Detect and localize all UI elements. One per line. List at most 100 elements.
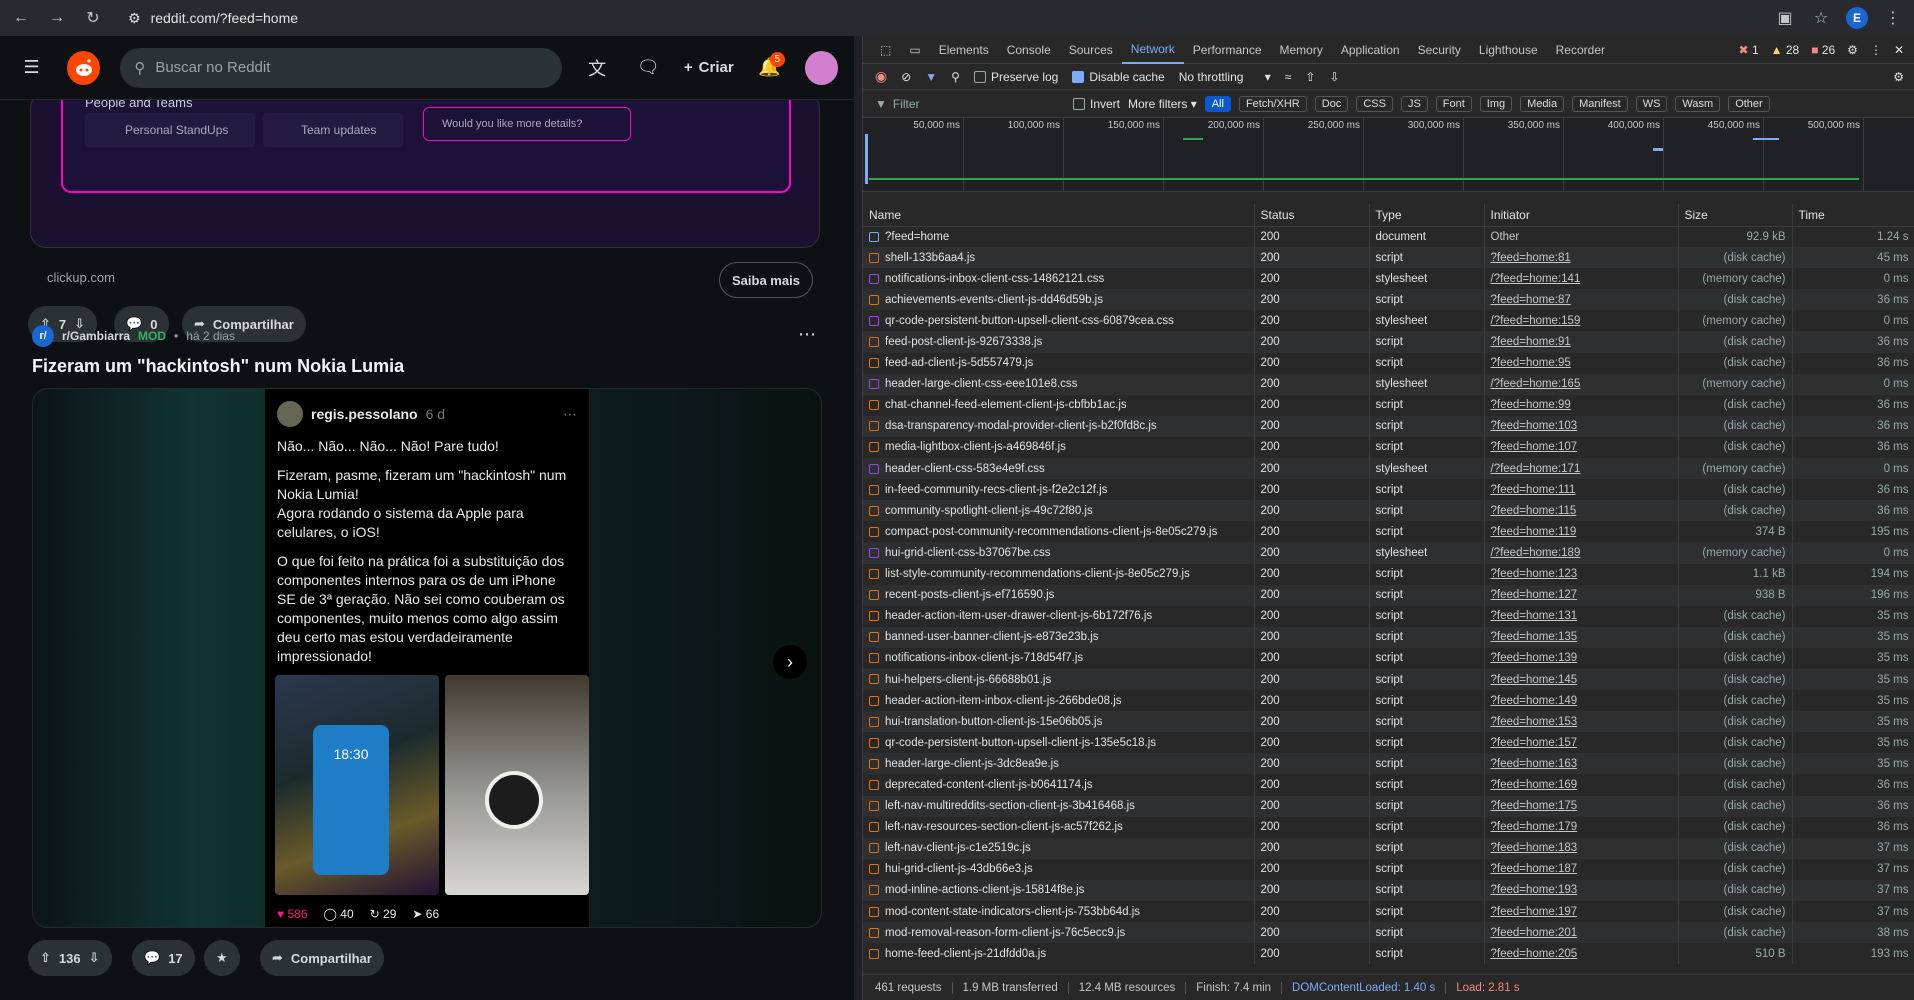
request-name[interactable]: qr-code-persistent-button-upsell-client-… xyxy=(863,732,1255,754)
upvote-icon[interactable]: ⇧ xyxy=(40,950,51,966)
request-initiator[interactable]: ?feed=home:157 xyxy=(1484,732,1679,754)
filter-doc[interactable]: Doc xyxy=(1314,95,1349,112)
request-initiator[interactable]: ?feed=home:103 xyxy=(1484,415,1679,437)
request-initiator[interactable]: ?feed=home:139 xyxy=(1484,647,1679,669)
request-initiator[interactable]: ?feed=home:145 xyxy=(1484,668,1679,691)
request-initiator[interactable]: /?feed=home:171 xyxy=(1484,458,1679,480)
request-initiator[interactable]: ?feed=home:91 xyxy=(1484,331,1679,353)
table-row[interactable]: left-nav-resources-section-client-js-ac5… xyxy=(863,816,1914,838)
inspect-element-icon[interactable]: ⬚ xyxy=(871,36,900,64)
post-share-button[interactable]: ➦ Compartilhar xyxy=(260,940,384,976)
tab-network[interactable]: Network xyxy=(1121,36,1184,64)
disable-cache-checkbox[interactable]: Disable cache xyxy=(1072,70,1165,84)
filter-js[interactable]: JS xyxy=(1400,95,1428,112)
table-row[interactable]: shell-133b6aa4.js 200 script ?feed=home:81(… xyxy=(863,247,1914,269)
more-filters-dropdown[interactable]: More filters ▾ xyxy=(1128,97,1197,111)
request-initiator[interactable]: /?feed=home:165 xyxy=(1484,373,1679,395)
request-name[interactable]: feed-post-client-js-92673338.js xyxy=(863,331,1255,353)
request-name[interactable]: mod-content-state-indicators-client-js-7… xyxy=(863,901,1255,923)
request-name[interactable]: mod-inline-actions-client-js-15814f8e.js xyxy=(863,879,1255,901)
request-initiator[interactable]: /?feed=home:141 xyxy=(1484,268,1679,290)
ad-card[interactable]: People and Teams Personal StandUps Team … xyxy=(30,92,820,248)
subreddit-name[interactable]: r/Gambiarra xyxy=(62,329,130,343)
invert-box[interactable] xyxy=(1073,97,1085,110)
request-initiator[interactable]: ?feed=home:131 xyxy=(1484,605,1679,627)
request-initiator[interactable]: ?feed=home:95 xyxy=(1484,352,1679,374)
table-row[interactable]: header-action-item-user-drawer-client-js… xyxy=(863,605,1914,627)
col-type[interactable]: Type xyxy=(1369,204,1485,227)
col-initiator[interactable]: Initiator xyxy=(1484,204,1679,227)
pane-divider[interactable] xyxy=(854,36,862,1000)
request-name[interactable]: left-nav-client-js-c1e2519c.js xyxy=(863,837,1255,859)
table-row[interactable]: mod-removal-reason-form-client-js-76c5ec… xyxy=(863,922,1914,944)
tab-security[interactable]: Security xyxy=(1409,36,1470,64)
request-initiator[interactable]: /?feed=home:189 xyxy=(1484,542,1679,564)
col-name[interactable]: Name xyxy=(863,204,1255,227)
translate-icon[interactable]: 文 xyxy=(582,52,613,84)
filter-input[interactable]: ▼ Filter xyxy=(875,94,1065,114)
post-title[interactable]: Fizeram um "hackintosh" num Nokia Lumia xyxy=(32,356,404,377)
request-name[interactable]: notifications-inbox-client-css-14862121.… xyxy=(863,268,1255,290)
forward-icon[interactable]: → xyxy=(46,7,68,29)
table-row[interactable]: left-nav-multireddits-section-client-js-… xyxy=(863,795,1914,817)
profile-avatar[interactable]: E xyxy=(1846,7,1868,29)
table-row[interactable]: mod-inline-actions-client-js-15814f8e.js… xyxy=(863,879,1914,901)
filter-img[interactable]: Img xyxy=(1479,95,1513,112)
table-row[interactable]: hui-translation-button-client-js-15e06b0… xyxy=(863,711,1914,733)
request-name[interactable]: dsa-transparency-modal-provider-client-j… xyxy=(863,415,1255,437)
browser-menu-icon[interactable]: ⋮ xyxy=(1882,7,1904,29)
settings-gear-icon[interactable]: ⚙ xyxy=(1847,43,1858,57)
search-icon[interactable]: ⚲ xyxy=(951,70,960,84)
filter-all[interactable]: All xyxy=(1204,95,1231,112)
user-avatar[interactable] xyxy=(804,50,839,85)
request-name[interactable]: header-action-item-user-drawer-client-js… xyxy=(863,605,1255,627)
record-icon[interactable]: ◉ xyxy=(875,68,887,85)
table-row[interactable]: banned-user-banner-client-js-e873e23b.js… xyxy=(863,626,1914,648)
site-info-icon[interactable]: ⚙ xyxy=(128,10,141,27)
request-initiator[interactable]: ?feed=home:135 xyxy=(1484,626,1679,648)
table-row[interactable]: deprecated-content-client-js-b0641174.js… xyxy=(863,774,1914,796)
request-name[interactable]: compact-post-community-recommendations-c… xyxy=(863,521,1255,543)
request-name[interactable]: home-feed-client-js-21dfdd0a.js xyxy=(863,943,1255,965)
issues-counter[interactable]: ■ 26 xyxy=(1811,43,1835,57)
request-name[interactable]: chat-channel-feed-element-client-js-cbfb… xyxy=(863,394,1255,416)
tab-memory[interactable]: Memory xyxy=(1271,36,1332,64)
preserve-log-box[interactable] xyxy=(973,70,986,83)
ad-cta-button[interactable]: Saiba mais xyxy=(719,262,813,298)
request-initiator[interactable]: ?feed=home:179 xyxy=(1484,816,1679,838)
reddit-logo[interactable] xyxy=(67,50,101,85)
request-initiator[interactable]: ?feed=home:201 xyxy=(1484,922,1679,944)
back-icon[interactable]: ← xyxy=(10,7,32,29)
table-row[interactable]: mod-content-state-indicators-client-js-7… xyxy=(863,901,1914,923)
request-name[interactable]: list-style-community-recommendations-cli… xyxy=(863,563,1255,585)
request-name[interactable]: feed-ad-client-js-5d557479.js xyxy=(863,352,1255,374)
post-media[interactable]: regis.pessolano 6 d ⋯ Não... Não... Não.… xyxy=(32,388,822,928)
request-name[interactable]: hui-helpers-client-js-66688b01.js xyxy=(863,668,1255,691)
request-name[interactable]: recent-posts-client-js-ef716590.js xyxy=(863,584,1255,606)
request-initiator[interactable]: ?feed=home:123 xyxy=(1484,563,1679,585)
table-row[interactable]: feed-post-client-js-92673338.js 200 script… xyxy=(863,331,1914,353)
install-icon[interactable]: ▣ xyxy=(1774,7,1796,29)
table-row[interactable]: community-spotlight-client-js-49c72f80.j… xyxy=(863,500,1914,522)
request-initiator[interactable]: ?feed=home:87 xyxy=(1484,289,1679,311)
table-row[interactable]: hui-grid-client-css-b37067be.css 200 style… xyxy=(863,542,1914,564)
network-conditions-icon[interactable]: ≈ xyxy=(1285,70,1292,84)
request-initiator[interactable]: ?feed=home:163 xyxy=(1484,753,1679,775)
filter-css[interactable]: CSS xyxy=(1356,95,1393,112)
request-initiator[interactable]: ?feed=home:193 xyxy=(1484,879,1679,901)
filter-ws[interactable]: WS xyxy=(1635,95,1668,112)
invert-checkbox[interactable]: Invert xyxy=(1073,97,1120,111)
table-row[interactable]: notifications-inbox-client-css-14862121.… xyxy=(863,268,1914,290)
table-row[interactable]: hui-helpers-client-js-66688b01.js 200 scri… xyxy=(863,668,1914,691)
network-overview-timeline[interactable]: 50,000 ms 100,000 ms 150,000 ms 200,000 … xyxy=(863,118,1914,192)
request-initiator[interactable]: ?feed=home:81 xyxy=(1484,247,1679,269)
address-bar[interactable]: ⚙ reddit.com/?feed=home xyxy=(118,4,308,32)
request-name[interactable]: hui-grid-client-js-43db66e3.js xyxy=(863,858,1255,880)
request-name[interactable]: in-feed-community-recs-client-js-f2e2c12… xyxy=(863,479,1255,501)
search-input[interactable] xyxy=(155,59,536,76)
filter-font[interactable]: Font xyxy=(1435,95,1472,112)
table-row[interactable]: notifications-inbox-client-js-718d54f7.j… xyxy=(863,647,1914,669)
tab-recorder[interactable]: Recorder xyxy=(1547,36,1614,64)
filter-other[interactable]: Other xyxy=(1728,95,1770,112)
post-award-button[interactable]: ★ xyxy=(204,940,240,976)
